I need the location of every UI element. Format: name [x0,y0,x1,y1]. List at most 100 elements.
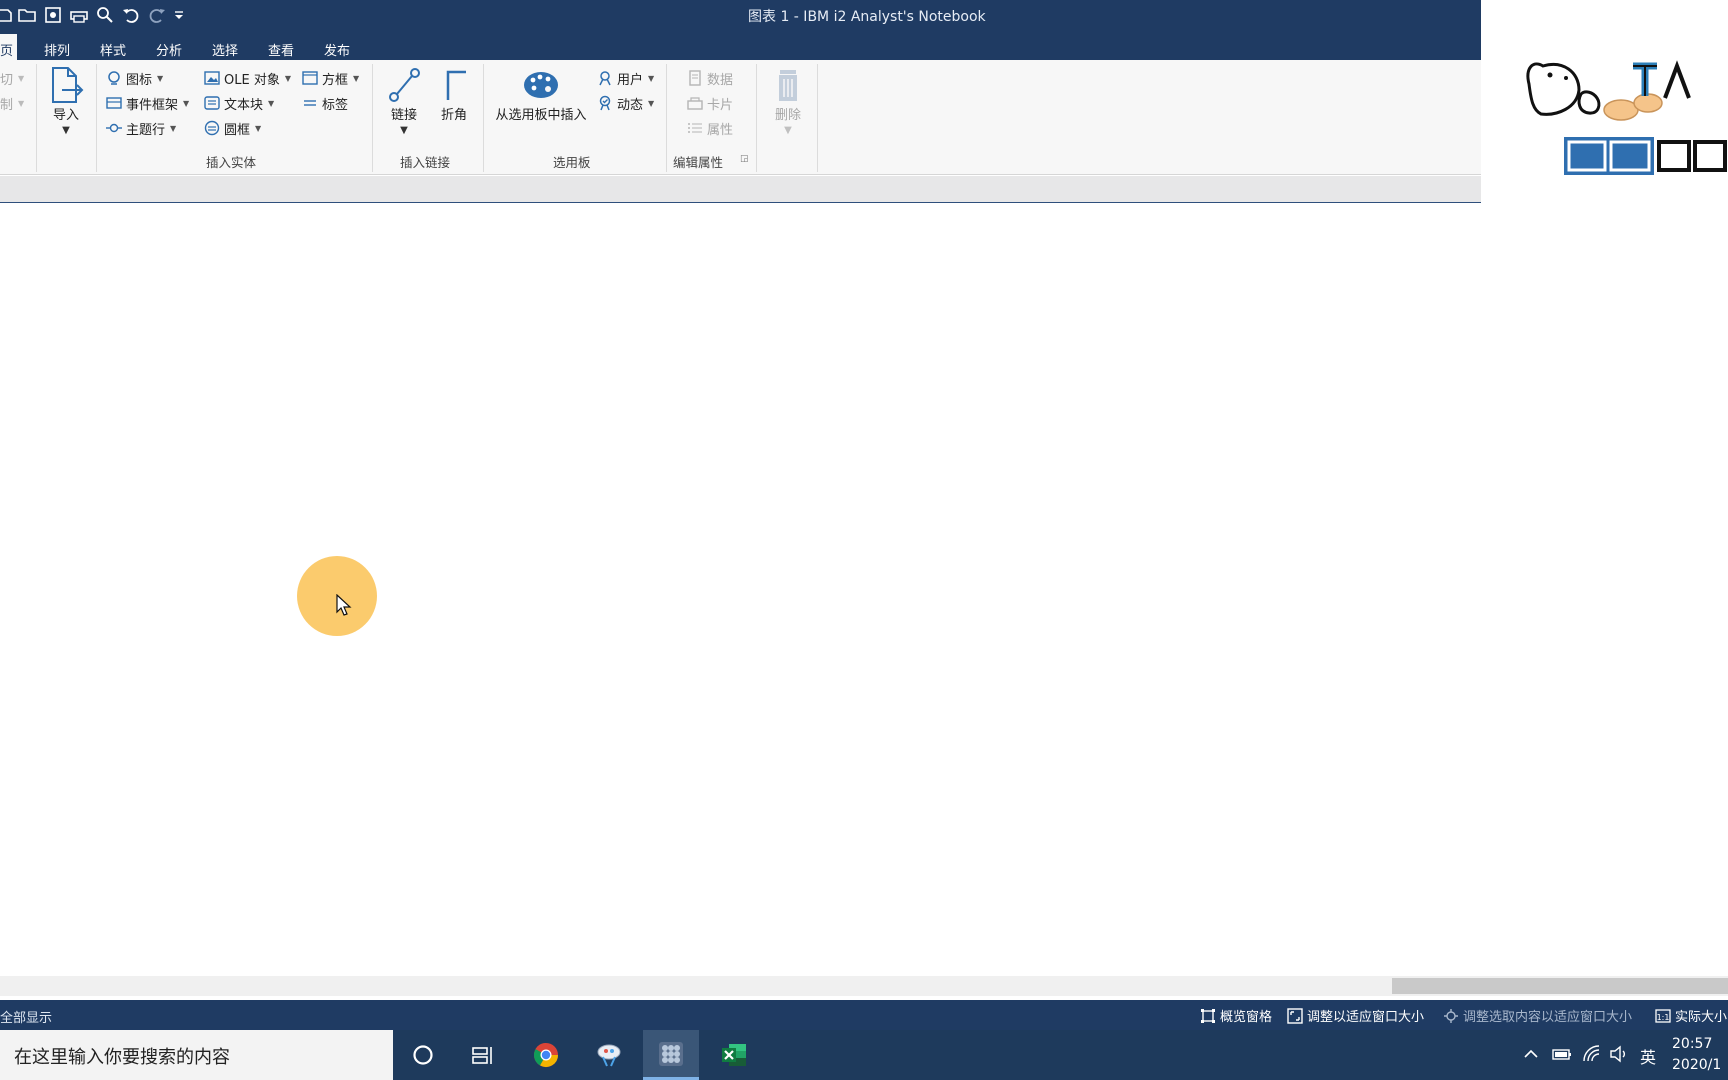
tab-select[interactable]: 选择 [212,36,238,60]
fit-selection-label: 调整选取内容以适应窗口大小 [1463,1010,1633,1025]
event-frame-label: 事件框架 [126,97,179,113]
actual-size-button[interactable]: 1:1 实际大小 [1655,1006,1727,1025]
box-frame-label: 方框 [322,72,349,88]
volume-icon[interactable] [1609,1044,1629,1068]
card-button[interactable]: 卡片 [687,93,733,113]
tab-analysis[interactable]: 分析 [156,36,182,60]
import-icon [52,67,84,103]
analysts-notebook-icon[interactable] [643,1030,699,1080]
show-all-button[interactable]: 全部显示 [0,1007,52,1026]
label-button[interactable]: 标签 [302,93,348,113]
task-view-icon[interactable] [455,1030,511,1080]
corner-icon [446,70,466,100]
ribbon-separator [36,64,37,172]
theme-line-label: 主题行 [126,122,166,138]
cut-label: 切 [0,72,14,88]
delete-button[interactable]: 删除 ▼ [768,66,808,136]
palette-icon [524,72,558,98]
fit-window-button[interactable]: 调整以适应窗口大小 [1287,1006,1424,1025]
scrollbar-thumb[interactable] [1392,978,1728,994]
attributes-label: 属性 [707,122,734,138]
corner-label: 折角 [440,108,467,123]
card-label: 卡片 [707,97,734,113]
insert-from-palette-label: 从选用板中插入 [495,108,587,123]
notebook-icon[interactable] [581,1030,637,1080]
fit-selection-icon [1444,1008,1458,1023]
user-button[interactable]: 用户 ▼ [597,68,654,88]
print-icon[interactable] [68,4,90,26]
data-icon [689,70,701,86]
user-icon [599,71,611,86]
fit-selection-button[interactable]: 调整选取内容以适应窗口大小 [1443,1006,1632,1025]
actual-size-label: 实际大小 [1675,1010,1728,1025]
insert-entity-group-label: 插入实体 [206,155,257,170]
app-window: 图表 1 - IBM i2 Analyst's Notebook 页 排列 样式… [0,0,1728,1080]
overview-pane-button[interactable]: 概览窗格 [1200,1006,1272,1025]
theme-line-icon [106,123,122,133]
label-icon [304,100,316,106]
attributes-icon [688,123,702,133]
svg-text:1:1: 1:1 [1657,1013,1670,1022]
network-icon[interactable] [1582,1044,1602,1068]
customize-icon[interactable] [172,4,186,26]
edit-properties-launcher[interactable]: ◲ [740,154,749,164]
tab-arrange[interactable]: 排列 [44,36,70,60]
data-button[interactable]: 数据 [687,68,733,88]
snapshot-icon[interactable] [42,4,64,26]
tab-style[interactable]: 样式 [100,36,126,60]
ribbon-separator [483,64,484,172]
attributes-button[interactable]: 属性 [687,118,733,138]
icon-entity-icon [108,71,120,85]
save-icon[interactable] [0,4,12,26]
text-block-button[interactable]: 文本块 ▼ [204,93,274,113]
ribbon-separator [666,64,667,172]
chrome-icon[interactable] [518,1030,574,1080]
box-frame-icon [302,71,318,85]
search-placeholder: 在这里输入你要搜索的内容 [14,1047,230,1068]
insert-from-palette-button[interactable]: 从选用板中插入 [490,66,592,123]
taskbar-clock[interactable]: 20:57 2020/1 [1672,1034,1721,1076]
box-frame-button[interactable]: 方框 ▼ [302,68,359,88]
circle-frame-button[interactable]: 圆框 ▼ [204,118,261,138]
status-bar: 全部显示 概览窗格 调整以适应窗口大小 调整选取内容以适应窗口大小 1:1 实际… [0,1000,1728,1030]
zoom-icon[interactable] [94,4,116,26]
copy-button[interactable]: 制 ▼ [0,93,24,113]
tray-overflow-icon[interactable] [1521,1044,1541,1068]
ole-object-label: OLE 对象 [224,72,280,88]
corner-button[interactable]: 折角 [434,66,474,123]
dynamic-button[interactable]: 动态 ▼ [597,93,654,113]
link-icon [389,68,420,102]
dynamic-icon [599,95,611,111]
insert-icon-button[interactable]: 图标 ▼ [106,68,163,88]
ole-object-button[interactable]: OLE 对象 ▼ [204,68,291,88]
quick-access-toolbar [0,4,186,26]
tab-home[interactable]: 页 [0,34,18,60]
insert-icon-label: 图标 [126,72,153,88]
tab-view[interactable]: 查看 [268,36,294,60]
ole-object-icon [204,71,220,85]
undo-icon[interactable] [120,4,142,26]
excel-icon[interactable] [706,1030,762,1080]
data-label: 数据 [707,72,734,88]
cortana-icon[interactable] [395,1030,451,1080]
import-button[interactable]: 导入 ▼ [46,66,86,136]
delete-icon [779,70,797,101]
theme-line-button[interactable]: 主题行 ▼ [106,118,176,138]
ime-indicator[interactable]: 英 [1640,1044,1656,1068]
tab-publish[interactable]: 发布 [324,36,350,60]
link-button[interactable]: 链接 ▼ [384,66,424,136]
label-label: 标签 [322,97,349,113]
event-frame-button[interactable]: 事件框架 ▼ [106,93,189,113]
windows-taskbar: 在这里输入你要搜索的内容 英 20:57 2020/1 [0,1030,1728,1080]
open-icon[interactable] [16,4,38,26]
battery-icon[interactable] [1552,1044,1572,1068]
cut-button[interactable]: 切 ▼ [0,68,24,88]
taskbar-search-box[interactable]: 在这里输入你要搜索的内容 [0,1030,393,1080]
copy-label: 制 [0,97,14,113]
clock-time: 20:57 [1672,1036,1713,1052]
chart-canvas[interactable] [0,203,1728,976]
horizontal-scrollbar[interactable] [0,976,1728,996]
text-block-label: 文本块 [224,97,264,113]
redo-icon[interactable] [146,4,168,26]
edit-properties-group-label: 编辑属性 [673,155,724,170]
